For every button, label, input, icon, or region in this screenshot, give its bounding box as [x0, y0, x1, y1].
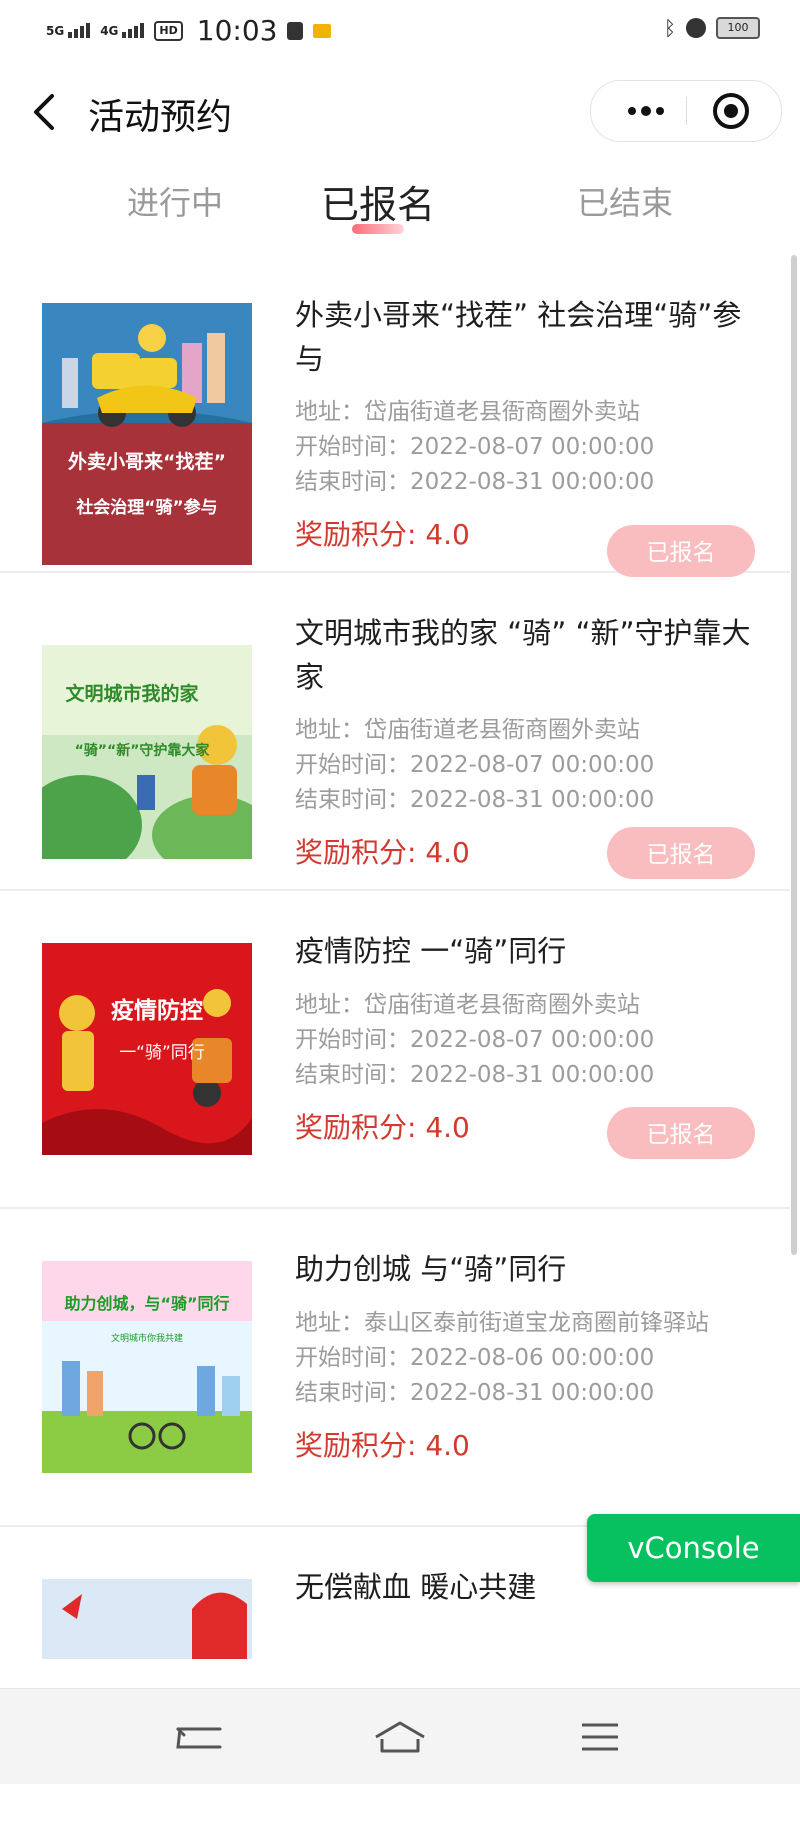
activity-card[interactable]: 助力创城，与“骑”同行 文明城市你我共建 助力创城 与“骑”同行 地址：泰山区泰… — [0, 1209, 790, 1527]
target-circle-icon[interactable] — [713, 93, 749, 129]
activity-title: 助力创城 与“骑”同行 — [295, 1252, 567, 1286]
activity-poster-image: 外卖小哥来“找茬” 社会治理“骑”参与 — [42, 303, 252, 565]
battery-icon: 100 — [716, 17, 760, 39]
poster-text-line2: 社会治理“骑”参与 — [75, 497, 217, 518]
activity-end-time: 结束时间：2022-08-31 00:00:00 — [295, 469, 655, 495]
clipboard-check-icon — [287, 21, 304, 40]
registered-button[interactable]: 已报名 — [607, 525, 755, 577]
poster-text-line2: “骑”“新”守护靠大家 — [75, 742, 211, 759]
reward-points: 奖励积分: 4.0 — [295, 836, 470, 869]
activity-card[interactable]: 疫情防控 一“骑”同行 疫情防控 一“骑”同行 地址：岱庙街道老县衙商圈外卖站 … — [0, 891, 790, 1209]
more-dots-icon[interactable] — [611, 81, 681, 141]
activity-start-time: 开始时间：2022-08-06 00:00:00 — [295, 1345, 655, 1371]
page-header: 活动预约 — [0, 70, 800, 152]
activity-poster-image: 助力创城，与“骑”同行 文明城市你我共建 — [42, 1261, 252, 1473]
activity-title: 文明城市我的家 “骑” “新”守护靠大家 — [295, 616, 751, 694]
page-title: 活动预约 — [88, 97, 233, 138]
mini-program-capsule — [590, 80, 782, 142]
poster-text-line2: 文明城市你我共建 — [111, 1332, 183, 1344]
system-nav-bar — [0, 1688, 800, 1784]
capsule-divider — [686, 97, 687, 125]
activity-address: 地址：岱庙街道老县衙商圈外卖站 — [295, 717, 640, 743]
activity-start-time: 开始时间：2022-08-07 00:00:00 — [295, 1027, 655, 1053]
activity-start-time: 开始时间：2022-08-07 00:00:00 — [295, 752, 655, 778]
alarm-icon — [686, 18, 706, 38]
poster-text-line1: 外卖小哥来“找茬” — [68, 450, 226, 473]
signal-4g-icon: 4G — [100, 23, 145, 38]
status-bar: 5G 4G HD 10:03 ᛒ 100 — [0, 0, 800, 60]
active-tab-indicator — [352, 224, 404, 234]
activity-start-time: 开始时间：2022-08-07 00:00:00 — [295, 434, 655, 460]
chevron-left-icon[interactable] — [30, 92, 60, 132]
tab-registered[interactable]: 已报名 — [278, 174, 478, 229]
network-label-4g: 4G — [100, 24, 119, 38]
poster-text-line2: 一“骑”同行 — [119, 1043, 205, 1063]
tab-ended[interactable]: 已结束 — [525, 178, 725, 224]
activity-title: 疫情防控 一“骑”同行 — [295, 934, 567, 968]
tab-bar: 进行中 已报名 已结束 — [0, 178, 800, 238]
hd-icon: HD — [154, 20, 183, 41]
clock-time: 10:03 — [196, 14, 278, 47]
activity-end-time: 结束时间：2022-08-31 00:00:00 — [295, 1380, 655, 1406]
tab-ongoing[interactable]: 进行中 — [75, 178, 275, 224]
vconsole-button[interactable]: vConsole — [587, 1514, 800, 1582]
activity-address: 地址：泰山区泰前街道宝龙商圈前锋驿站 — [295, 1310, 709, 1336]
reward-points: 奖励积分: 4.0 — [295, 1111, 470, 1144]
bluetooth-icon: ᛒ — [664, 16, 676, 40]
activity-card[interactable]: 文明城市我的家 “骑”“新”守护靠大家 文明城市我的家 “骑” “新”守护靠大家… — [0, 573, 790, 891]
reward-points: 奖励积分: 4.0 — [295, 1429, 470, 1462]
poster-text-line1: 文明城市我的家 — [65, 682, 199, 705]
poster-text-line1: 疫情防控 — [111, 997, 203, 1024]
activity-end-time: 结束时间：2022-08-31 00:00:00 — [295, 787, 655, 813]
scrollbar[interactable] — [791, 255, 797, 1255]
folder-icon — [313, 23, 332, 38]
activity-address: 地址：岱庙街道老县衙商圈外卖站 — [295, 399, 640, 425]
registered-button[interactable]: 已报名 — [607, 1107, 755, 1159]
activity-end-time: 结束时间：2022-08-31 00:00:00 — [295, 1062, 655, 1088]
activity-address: 地址：岱庙街道老县衙商圈外卖站 — [295, 992, 640, 1018]
activity-list: 外卖小哥来“找茬” 社会治理“骑”参与 外卖小哥来“找茬” 社会治理“骑”参与 … — [0, 255, 790, 1843]
activity-poster-image: 文明城市我的家 “骑”“新”守护靠大家 — [42, 645, 252, 859]
network-label-5g: 5G — [46, 24, 65, 38]
reward-points: 奖励积分: 4.0 — [295, 518, 470, 551]
activity-poster-image — [42, 1579, 252, 1659]
menu-icon[interactable] — [570, 1717, 630, 1757]
registered-button[interactable]: 已报名 — [607, 827, 755, 879]
activity-title: 外卖小哥来“找茬” 社会治理“骑”参与 — [295, 298, 742, 376]
activity-card[interactable]: 外卖小哥来“找茬” 社会治理“骑”参与 外卖小哥来“找茬” 社会治理“骑”参与 … — [0, 255, 790, 577]
home-icon[interactable] — [370, 1717, 430, 1757]
activity-poster-image: 疫情防控 一“骑”同行 — [42, 943, 252, 1155]
back-arrow-icon[interactable] — [170, 1717, 230, 1757]
poster-text-line1: 助力创城，与“骑”同行 — [64, 1294, 229, 1313]
signal-5g-icon: 5G — [46, 23, 91, 38]
